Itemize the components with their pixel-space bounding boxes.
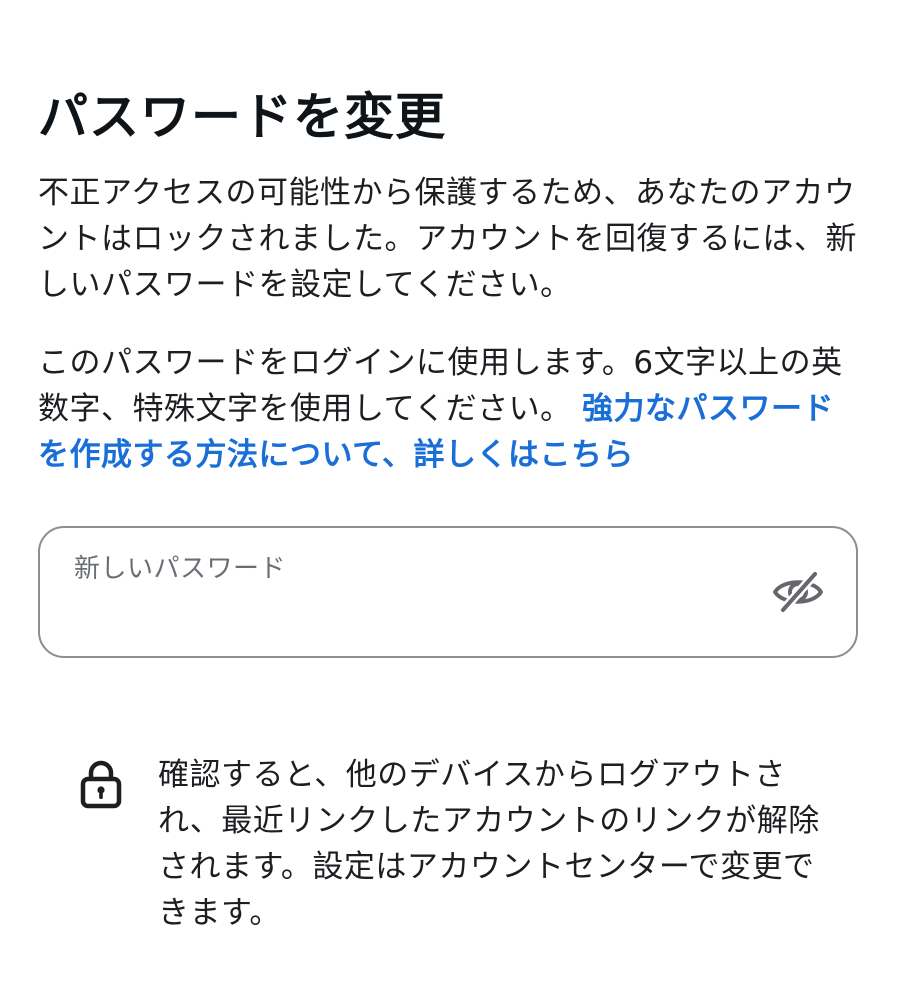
locked-notice-text: 不正アクセスの可能性から保護するため、あなたのアカウントはロックされました。アカ… [38,175,857,303]
new-password-field[interactable]: 新しいパスワード [38,526,858,658]
toggle-password-visibility-button[interactable] [770,570,826,614]
new-password-label: 新しいパスワード [74,554,287,584]
password-requirements: このパスワードをログインに使用します。6文字以上の英数字、特殊文字を使用してくだ… [38,340,858,478]
new-password-input[interactable] [72,594,752,638]
logout-notice-text: 確認すると、他のデバイスからログアウトされ、最近リンクしたアカウントのリンクが解… [158,757,820,931]
page-title: パスワードを変更 [38,88,446,146]
lock-icon [80,760,122,809]
eye-slash-icon [773,571,823,613]
change-password-page: パスワードを変更 不正アクセスの可能性から保護するため、あなたのアカウントはロッ… [0,0,900,999]
